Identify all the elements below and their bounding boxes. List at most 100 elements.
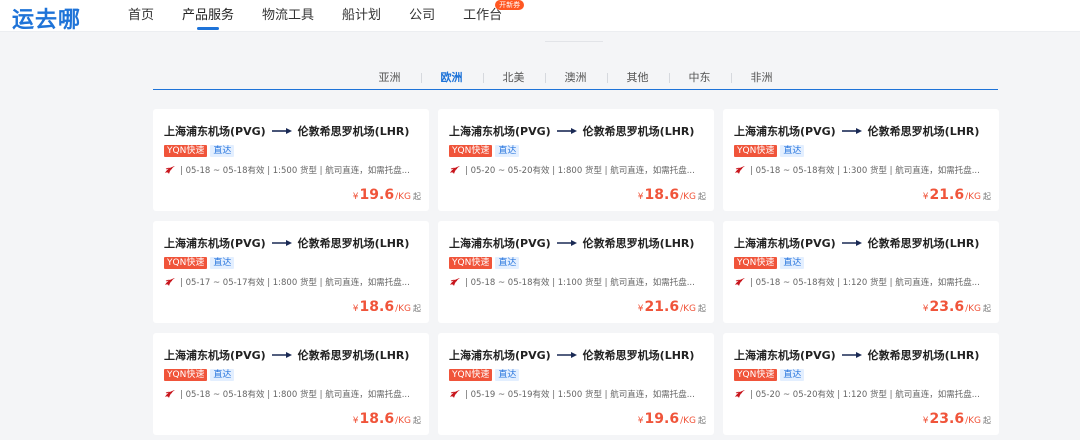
price: ¥ 23.6 /KG 起	[923, 299, 991, 315]
airline-logo-icon	[735, 278, 745, 286]
route-title: 上海浦东机场(PVG) 伦敦希思罗机场(LHR)	[449, 347, 694, 363]
route-card[interactable]: 上海浦东机场(PVG) 伦敦希思罗机场(LHR) YQN快速 直达 | 05-1…	[438, 333, 714, 435]
airline-logo-icon	[165, 390, 175, 398]
tag-group: YQN快速 直达	[449, 369, 520, 381]
route-info: | 05-19 ~ 05-19有效 | 1:500 货型 | 航司直连，如需托盘…	[449, 388, 707, 400]
route-card[interactable]: 上海浦东机场(PVG) 伦敦希思罗机场(LHR) YQN快速 直达 | 05-2…	[438, 109, 714, 211]
direct-tag: 直达	[495, 145, 520, 157]
price-suffix: 起	[413, 304, 421, 313]
destination-airport: 伦敦希思罗机场(LHR)	[297, 349, 410, 362]
tab-asia[interactable]: 亚洲	[359, 66, 421, 89]
price: ¥ 18.6 /KG 起	[353, 411, 421, 427]
price: ¥ 23.6 /KG 起	[923, 411, 991, 427]
price-unit: /KG	[965, 192, 981, 202]
nav-item-home[interactable]: 首页	[128, 0, 154, 32]
price-suffix: 起	[413, 416, 421, 425]
price-unit: /KG	[395, 192, 411, 202]
route-card[interactable]: 上海浦东机场(PVG) 伦敦希思罗机场(LHR) YQN快速 直达 | 05-1…	[153, 221, 429, 323]
route-title: 上海浦东机场(PVG) 伦敦希思罗机场(LHR)	[164, 235, 409, 251]
nav-item-label: 首页	[128, 8, 155, 23]
tab-oceania[interactable]: 澳洲	[544, 66, 607, 89]
destination-airport: 伦敦希思罗机场(LHR)	[582, 349, 695, 362]
logo[interactable]: 运去哪	[12, 2, 81, 34]
route-card[interactable]: 上海浦东机场(PVG) 伦敦希思罗机场(LHR) YQN快速 直达 | 05-1…	[723, 109, 999, 211]
route-info: | 05-18 ~ 05-18有效 | 1:100 货型 | 航司直连，如需托盘…	[449, 276, 707, 288]
route-title: 上海浦东机场(PVG) 伦敦希思罗机场(LHR)	[734, 235, 979, 251]
route-card-grid: 上海浦东机场(PVG) 伦敦希思罗机场(LHR) YQN快速 直达 | 05-1…	[153, 109, 999, 435]
arrow-right-icon	[556, 239, 577, 247]
tag-group: YQN快速 直达	[734, 257, 805, 269]
tab-other[interactable]: 其他	[606, 66, 669, 89]
route-info: | 05-20 ~ 05-20有效 | 1:120 货型 | 航司直连，如需托盘…	[734, 388, 992, 400]
service-tag: YQN快速	[449, 257, 493, 269]
price-suffix: 起	[413, 192, 421, 201]
service-tag: YQN快速	[734, 369, 778, 381]
route-card[interactable]: 上海浦东机场(PVG) 伦敦希思罗机场(LHR) YQN快速 直达 | 05-1…	[153, 109, 429, 211]
price: ¥ 19.6 /KG 起	[638, 411, 706, 427]
tab-middle-east[interactable]: 中东	[668, 66, 731, 89]
price-unit: /KG	[680, 192, 696, 202]
airline-logo-icon	[450, 166, 460, 174]
airline-logo-icon	[450, 390, 460, 398]
region-tabs: 亚洲 欧洲 北美 澳洲 其他 中东 非洲	[153, 66, 998, 90]
currency-symbol: ¥	[922, 416, 929, 426]
tag-group: YQN快速 直达	[164, 369, 235, 381]
price-amount: 18.6	[359, 299, 395, 315]
arrow-right-icon	[841, 239, 862, 247]
workbench-badge: 开新券	[495, 0, 525, 10]
validity-info: | 05-19 ~ 05-19有效 | 1:500 货型 | 航司直连，如需托盘…	[465, 390, 695, 400]
route-info: | 05-18 ~ 05-18有效 | 1:300 货型 | 航司直连，如需托盘…	[734, 164, 992, 176]
service-tag: YQN快速	[164, 257, 208, 269]
nav-item-ship-schedule[interactable]: 船计划	[342, 0, 381, 32]
direct-tag: 直达	[780, 369, 805, 381]
nav-item-company[interactable]: 公司	[409, 0, 435, 32]
nav-item-label: 物流工具	[262, 8, 315, 23]
price-amount: 21.6	[644, 299, 680, 315]
validity-info: | 05-17 ~ 05-17有效 | 1:800 货型 | 航司直连，如需托盘…	[180, 278, 410, 288]
validity-info: | 05-18 ~ 05-18有效 | 1:100 货型 | 航司直连，如需托盘…	[465, 278, 695, 288]
route-info: | 05-18 ~ 05-18有效 | 1:120 货型 | 航司直连，如需托盘…	[734, 276, 992, 288]
origin-airport: 上海浦东机场(PVG)	[734, 125, 836, 138]
tab-north-america[interactable]: 北美	[482, 66, 545, 89]
route-title: 上海浦东机场(PVG) 伦敦希思罗机场(LHR)	[449, 123, 694, 139]
price-unit: /KG	[965, 304, 981, 314]
route-card[interactable]: 上海浦东机场(PVG) 伦敦希思罗机场(LHR) YQN快速 直达 | 05-2…	[723, 333, 999, 435]
tag-group: YQN快速 直达	[734, 369, 805, 381]
tab-africa[interactable]: 非洲	[730, 66, 793, 89]
price: ¥ 21.6 /KG 起	[638, 299, 706, 315]
route-title: 上海浦东机场(PVG) 伦敦希思罗机场(LHR)	[734, 347, 979, 363]
route-card[interactable]: 上海浦东机场(PVG) 伦敦希思罗机场(LHR) YQN快速 直达 | 05-1…	[723, 221, 999, 323]
origin-airport: 上海浦东机场(PVG)	[164, 125, 266, 138]
validity-info: | 05-18 ~ 05-18有效 | 1:500 货型 | 航司直连，如需托盘…	[180, 166, 410, 176]
price-suffix: 起	[983, 192, 991, 201]
nav-item-label: 船计划	[342, 8, 382, 23]
destination-airport: 伦敦希思罗机场(LHR)	[582, 125, 695, 138]
nav-item-products[interactable]: 产品服务	[182, 0, 234, 32]
route-card[interactable]: 上海浦东机场(PVG) 伦敦希思罗机场(LHR) YQN快速 直达 | 05-1…	[438, 221, 714, 323]
service-tag: YQN快速	[449, 145, 493, 157]
tab-europe[interactable]: 欧洲	[420, 66, 483, 89]
nav-item-logistics-tools[interactable]: 物流工具	[262, 0, 314, 32]
nav-item-label: 产品服务	[182, 8, 235, 23]
route-card[interactable]: 上海浦东机场(PVG) 伦敦希思罗机场(LHR) YQN快速 直达 | 05-1…	[153, 333, 429, 435]
service-tag: YQN快速	[164, 369, 208, 381]
price-amount: 19.6	[644, 411, 680, 427]
currency-symbol: ¥	[637, 416, 644, 426]
service-tag: YQN快速	[164, 145, 208, 157]
origin-airport: 上海浦东机场(PVG)	[449, 349, 551, 362]
airline-logo-icon	[735, 166, 745, 174]
origin-airport: 上海浦东机场(PVG)	[164, 237, 266, 250]
arrow-right-icon	[271, 351, 292, 359]
price-unit: /KG	[680, 304, 696, 314]
price-suffix: 起	[698, 304, 706, 313]
destination-airport: 伦敦希思罗机场(LHR)	[582, 237, 695, 250]
validity-info: | 05-20 ~ 05-20有效 | 1:120 货型 | 航司直连，如需托盘…	[750, 390, 980, 400]
direct-tag: 直达	[780, 257, 805, 269]
validity-info: | 05-18 ~ 05-18有效 | 1:120 货型 | 航司直连，如需托盘…	[750, 278, 980, 288]
price: ¥ 21.6 /KG 起	[923, 187, 991, 203]
nav-item-workbench[interactable]: 工作台 开新券	[463, 0, 525, 32]
airline-logo-icon	[165, 166, 175, 174]
price-unit: /KG	[680, 416, 696, 426]
currency-symbol: ¥	[352, 192, 359, 202]
tag-group: YQN快速 直达	[449, 145, 520, 157]
